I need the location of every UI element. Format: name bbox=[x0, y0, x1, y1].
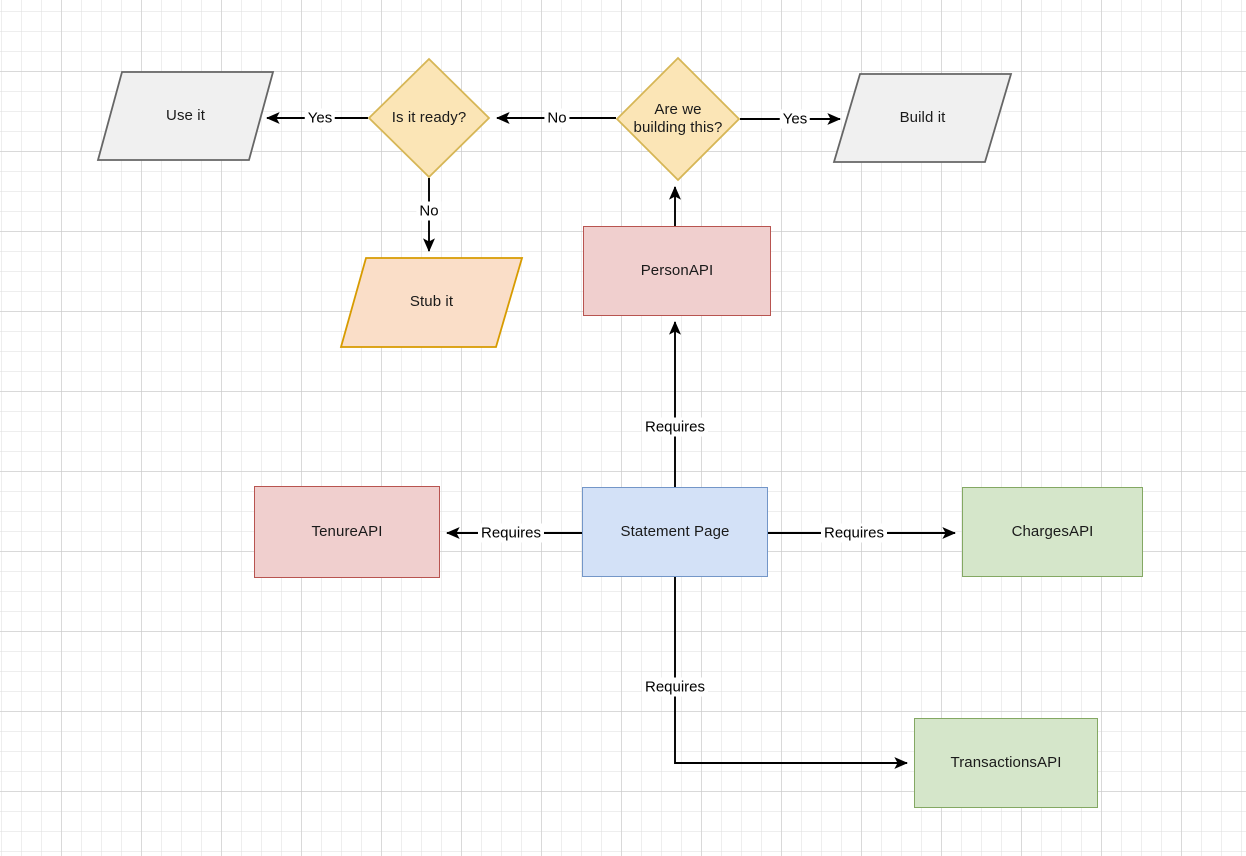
node-is-it-ready[interactable]: Is it ready? bbox=[367, 57, 491, 179]
node-label: Build it bbox=[899, 108, 946, 126]
edge-label-yes-build-it: Yes bbox=[779, 109, 811, 129]
node-charges-api[interactable]: ChargesAPI bbox=[962, 487, 1143, 577]
edge-label-requires-transactions-api: Requires bbox=[641, 677, 709, 697]
edge-label-requires-charges-api: Requires bbox=[820, 523, 888, 543]
node-label: TransactionsAPI bbox=[950, 753, 1062, 771]
node-label: TenureAPI bbox=[311, 522, 383, 540]
edge-label-no-stub-it: No bbox=[416, 201, 442, 221]
node-label: Are we building this? bbox=[633, 100, 723, 136]
node-tenure-api[interactable]: TenureAPI bbox=[254, 486, 440, 578]
node-are-we-building-this[interactable]: Are we building this? bbox=[615, 56, 741, 182]
edge-label-requires-tenure-api: Requires bbox=[477, 523, 545, 543]
edge-statement-to-transactions bbox=[674, 577, 908, 770]
node-label: ChargesAPI bbox=[1011, 522, 1094, 540]
node-label: Is it ready? bbox=[391, 108, 467, 126]
node-person-api[interactable]: PersonAPI bbox=[583, 226, 771, 316]
edge-label-requires-person-api: Requires bbox=[641, 417, 709, 437]
node-label: PersonAPI bbox=[640, 261, 714, 279]
flowchart-canvas[interactable]: Use it Is it ready? Are we building this… bbox=[0, 0, 1246, 856]
node-use-it[interactable]: Use it bbox=[96, 71, 275, 161]
node-build-it[interactable]: Build it bbox=[832, 73, 1013, 163]
node-transactions-api[interactable]: TransactionsAPI bbox=[914, 718, 1098, 808]
node-label: Use it bbox=[166, 106, 205, 124]
node-statement-page[interactable]: Statement Page bbox=[582, 487, 768, 577]
edge-label-yes-use-it: Yes bbox=[304, 108, 336, 128]
node-label: Statement Page bbox=[620, 522, 730, 540]
edge-label-no-is-it-ready: No bbox=[544, 108, 570, 128]
node-stub-it[interactable]: Stub it bbox=[339, 257, 524, 348]
node-label: Stub it bbox=[409, 293, 454, 311]
